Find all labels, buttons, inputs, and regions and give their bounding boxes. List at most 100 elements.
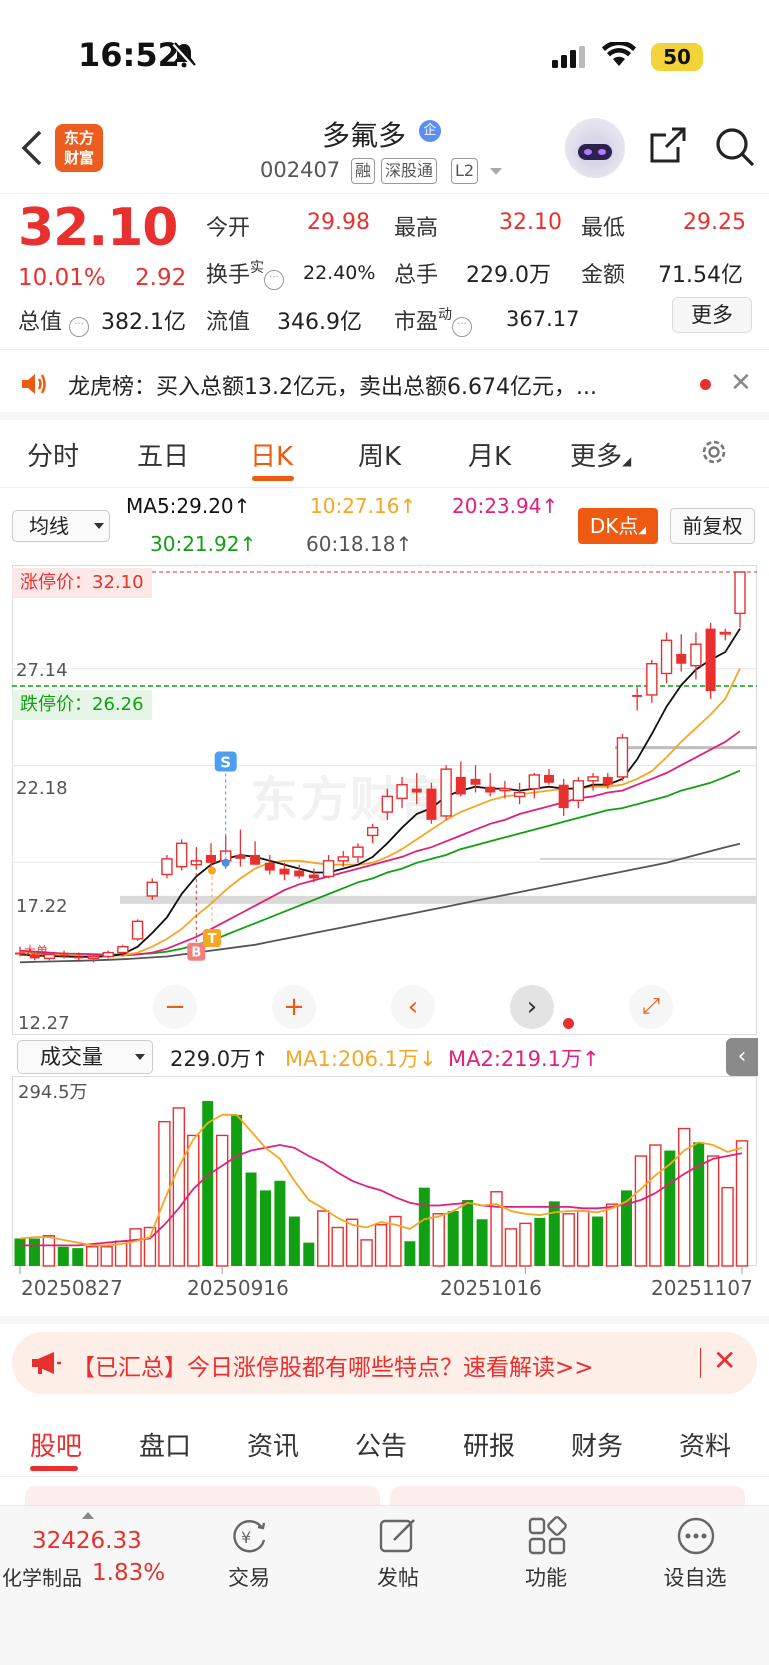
volume-ma2: MA2:219.1万↑ [448, 1047, 600, 1071]
compose-post-icon[interactable] [378, 1516, 418, 1560]
turnover-label[interactable]: 换手实··· [206, 257, 285, 290]
info-icon[interactable]: ··· [452, 317, 473, 337]
sub-indicator-select[interactable]: 成交量 [17, 1040, 153, 1074]
sector-name[interactable]: 化学制品 [2, 1562, 82, 1591]
volume-bar [576, 1210, 590, 1267]
volume-bar [42, 1235, 56, 1267]
high-label: 最高 [394, 216, 439, 241]
volume-label: 总手 [394, 263, 439, 288]
sell-marker-dot [221, 858, 230, 867]
candle-body [264, 862, 275, 871]
volume-bar [85, 1246, 99, 1267]
sector-percent-change[interactable]: 1.83% [92, 1560, 165, 1586]
fullscreen-icon[interactable]: ⤢ [629, 985, 673, 1029]
divider [700, 1348, 701, 1378]
volume-bar [562, 1213, 575, 1267]
collapse-panel-button[interactable]: ‹ [726, 1038, 758, 1076]
back-icon[interactable] [18, 128, 44, 172]
volume-bar [259, 1190, 271, 1266]
nav-add-watchlist[interactable]: 设自选 [655, 1562, 735, 1592]
previous-button[interactable]: ‹ [391, 985, 435, 1029]
candle-body [322, 860, 335, 878]
candle-body [73, 956, 84, 959]
dragon-tiger-summary[interactable]: 龙虎榜：买入总额13.2亿元，卖出总额6.674亿元，... [68, 369, 693, 401]
candle-body [381, 795, 394, 813]
tab-more-periods[interactable]: 更多◢ [570, 436, 631, 473]
tab-forum[interactable]: 股吧 [30, 1426, 82, 1463]
next-button[interactable]: › [510, 985, 554, 1029]
candle-body [470, 778, 481, 785]
tab-news[interactable]: 资讯 [247, 1426, 299, 1463]
volume-bar [245, 1172, 257, 1266]
info-icon[interactable]: ··· [264, 270, 285, 290]
candle-body [485, 786, 496, 793]
expand-up-caret-icon[interactable] [82, 1512, 94, 1519]
volume-bar [100, 1246, 113, 1267]
volume-bar [735, 1140, 749, 1267]
volume-chart[interactable] [0, 1076, 769, 1276]
open-label: 今开 [206, 216, 251, 241]
close-icon[interactable]: ✕ [730, 368, 752, 398]
market-cap-label[interactable]: 总值 ··· [18, 304, 90, 337]
pe-value: 367.17 [506, 307, 580, 331]
tab-profile[interactable]: 资料 [679, 1426, 731, 1463]
y-tick-label: 17.22 [16, 896, 68, 917]
apps-grid-icon[interactable] [527, 1516, 567, 1560]
t-marker-label: T [208, 932, 217, 947]
zoom-in-button[interactable]: + [272, 985, 316, 1029]
nav-trade[interactable]: 交易 [209, 1562, 289, 1592]
candle-body [616, 737, 629, 778]
brand-logo[interactable]: 东方 财富 [55, 124, 103, 172]
kline-chart[interactable]: S BT 大单 [0, 560, 769, 1040]
info-icon[interactable]: ··· [69, 317, 90, 337]
gear-icon[interactable] [698, 436, 730, 472]
limit-down-price-label: 跌停价：26.26 [12, 690, 152, 720]
volume-bar [706, 1155, 720, 1267]
trade-icon[interactable]: ¥ [228, 1516, 272, 1560]
more-circle-icon[interactable] [676, 1516, 716, 1560]
tab-weekly-k[interactable]: 周K [358, 436, 401, 473]
latest-indicator-dot [563, 1018, 574, 1029]
more-quote-button[interactable]: 更多 [672, 297, 752, 333]
candle-body [719, 631, 732, 635]
volume-bar [317, 1210, 330, 1267]
stock-switch-caret-icon[interactable] [490, 168, 502, 175]
tab-daily-k[interactable]: 日K [250, 436, 293, 473]
tab-five-day[interactable]: 五日 [137, 436, 189, 473]
x-date-label: 20251016 [440, 1276, 542, 1300]
tab-announcements[interactable]: 公告 [355, 1426, 407, 1463]
nav-post[interactable]: 发帖 [358, 1562, 438, 1592]
share-icon[interactable] [648, 125, 688, 169]
corner-caret-icon: ◢ [622, 454, 632, 468]
forward-adjust-button[interactable]: 前复权 [670, 508, 755, 544]
assistant-avatar[interactable] [565, 118, 625, 178]
stock-name: 多氟多 [322, 119, 407, 152]
tab-order-book[interactable]: 盘口 [139, 1426, 191, 1463]
zoom-out-button[interactable]: − [153, 985, 197, 1029]
unread-dot [700, 379, 711, 390]
search-icon[interactable] [714, 126, 756, 172]
volume-bar [534, 1217, 546, 1266]
open-value: 29.98 [307, 210, 370, 235]
tab-monthly-k[interactable]: 月K [468, 436, 511, 473]
promo-text[interactable]: 【已汇总】今日涨停股都有哪些特点？速看解读>> [72, 1348, 594, 1382]
y-tick-label: 22.18 [16, 778, 68, 799]
volume-bar [28, 1238, 40, 1266]
nav-functions[interactable]: 功能 [506, 1562, 586, 1592]
candle-body [528, 774, 540, 790]
divider [0, 412, 769, 420]
level2-tag: L2 [451, 158, 479, 184]
tab-research[interactable]: 研报 [463, 1426, 515, 1463]
enterprise-badge: 企 [419, 120, 441, 142]
amount-label: 金额 [581, 263, 626, 288]
sector-index-value[interactable]: 32426.33 [32, 1528, 142, 1554]
shenzhen-connect-tag: 深股通 [381, 158, 438, 184]
tab-financials[interactable]: 财务 [571, 1426, 623, 1463]
volume-bar [288, 1216, 300, 1266]
pe-label[interactable]: 市盈动··· [394, 304, 473, 337]
low-value: 29.25 [683, 210, 746, 235]
last-price: 32.10 [18, 198, 178, 258]
close-icon[interactable]: ✕ [713, 1344, 736, 1377]
tab-intraday[interactable]: 分时 [27, 436, 79, 473]
dk-point-button[interactable]: DK点◢ [578, 508, 658, 544]
